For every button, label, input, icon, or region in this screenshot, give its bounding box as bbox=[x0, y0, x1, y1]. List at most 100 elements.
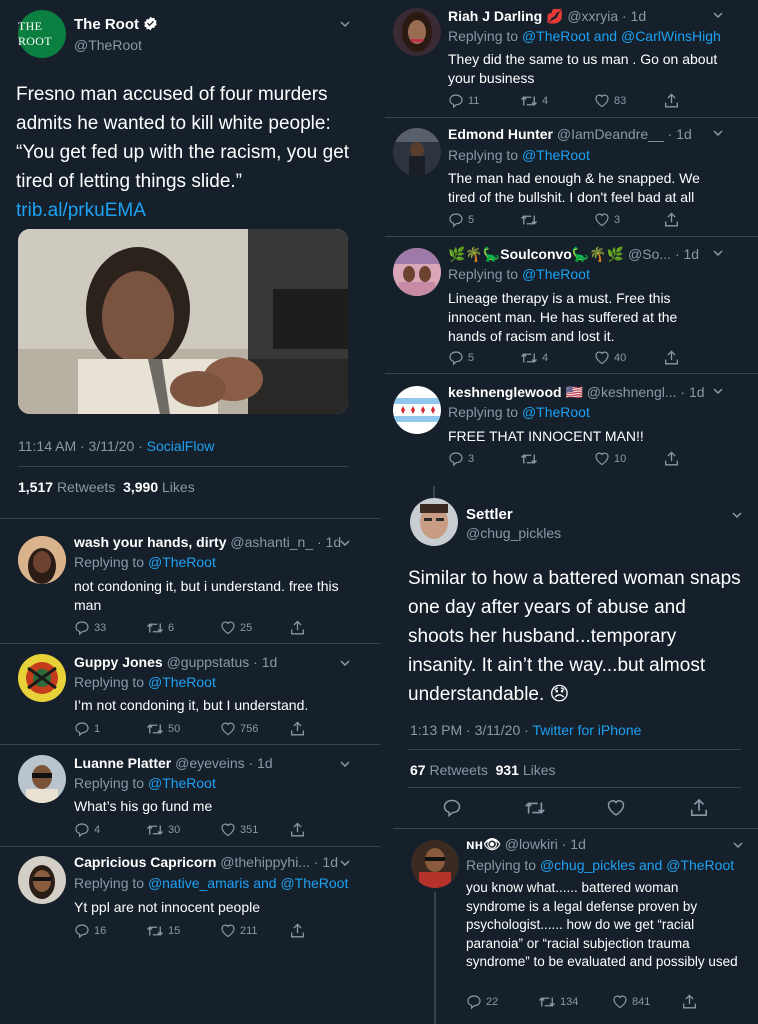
chevron-down-icon[interactable] bbox=[733, 842, 743, 848]
avatar[interactable] bbox=[393, 8, 441, 56]
author-handle[interactable]: @thehippyhi... · 1d bbox=[220, 854, 338, 870]
reply-button[interactable]: 16 bbox=[74, 923, 106, 939]
chevron-down-icon[interactable] bbox=[713, 388, 723, 394]
reply-button[interactable]: 33 bbox=[74, 620, 106, 636]
like-button[interactable]: 25 bbox=[220, 620, 252, 635]
author-handle[interactable]: @So... · 1d bbox=[628, 246, 699, 262]
avatar[interactable] bbox=[393, 248, 441, 296]
reply-button[interactable]: 5 bbox=[448, 350, 474, 366]
author-handle[interactable]: @TheRoot bbox=[74, 37, 142, 53]
retweet-button[interactable]: 134 bbox=[538, 994, 578, 1010]
likes-count[interactable]: 3,990 bbox=[123, 479, 158, 495]
retweet-button[interactable] bbox=[520, 451, 542, 467]
chevron-down-icon[interactable] bbox=[340, 761, 350, 767]
like-button[interactable]: 10 bbox=[594, 451, 626, 466]
mention-link[interactable]: @TheRoot and @CarlWinsHigh bbox=[522, 28, 721, 44]
retweets-label[interactable]: Retweets bbox=[429, 762, 487, 778]
retweet-button[interactable]: 4 bbox=[520, 93, 548, 109]
mention-link[interactable]: @TheRoot bbox=[522, 147, 590, 163]
article-link[interactable]: trib.al/prkuEMA bbox=[16, 200, 146, 221]
like-button[interactable]: 3 bbox=[594, 212, 620, 227]
retweets-label[interactable]: Retweets bbox=[57, 479, 115, 495]
retweet-button[interactable] bbox=[520, 212, 542, 228]
tweet-photo[interactable] bbox=[18, 229, 348, 414]
share-button[interactable] bbox=[664, 212, 679, 228]
share-button[interactable] bbox=[290, 721, 305, 737]
chevron-down-icon[interactable] bbox=[340, 660, 350, 666]
chevron-down-icon[interactable] bbox=[340, 21, 350, 27]
reply-button[interactable]: 5 bbox=[448, 212, 474, 228]
mention-link[interactable]: @TheRoot bbox=[148, 554, 216, 570]
retweet-button[interactable]: 4 bbox=[520, 350, 548, 366]
retweet-button[interactable] bbox=[524, 798, 546, 823]
avatar[interactable] bbox=[18, 536, 66, 584]
list-item[interactable]: Luanne Platter @eyeveins · 1d Replying t… bbox=[0, 749, 380, 844]
share-button[interactable] bbox=[290, 620, 305, 636]
author-handle[interactable]: @xxryia · 1d bbox=[567, 8, 646, 24]
author-name[interactable]: 🌿🌴🦕Soulconvo🦕🌴🌿 bbox=[448, 246, 624, 262]
avatar[interactable] bbox=[393, 386, 441, 434]
list-item[interactable]: Edmond Hunter @IamDeandre__ · 1d Replyin… bbox=[385, 120, 758, 234]
like-button[interactable]: 756 bbox=[220, 721, 258, 736]
list-item[interactable]: Guppy Jones @guppstatus · 1d Replying to… bbox=[0, 648, 380, 743]
author-handle[interactable]: @ashanti_n_ · 1d bbox=[230, 534, 341, 550]
share-button[interactable] bbox=[290, 822, 305, 838]
mention-link[interactable]: @TheRoot bbox=[522, 404, 590, 420]
retweet-button[interactable]: 15 bbox=[146, 923, 180, 939]
chevron-down-icon[interactable] bbox=[713, 130, 723, 136]
author-handle[interactable]: @lowkiri · 1d bbox=[505, 836, 586, 852]
like-button[interactable]: 211 bbox=[220, 923, 258, 938]
author-handle[interactable]: @guppstatus · 1d bbox=[167, 654, 278, 670]
avatar[interactable] bbox=[410, 498, 458, 546]
avatar[interactable] bbox=[411, 840, 459, 888]
mention-link[interactable]: @chug_pickles and @TheRoot bbox=[540, 857, 734, 873]
reply-button[interactable]: 3 bbox=[448, 451, 474, 467]
mention-link[interactable]: @TheRoot bbox=[148, 775, 216, 791]
avatar[interactable] bbox=[18, 755, 66, 803]
retweet-button[interactable]: 30 bbox=[146, 822, 180, 838]
chevron-down-icon[interactable] bbox=[713, 12, 723, 18]
retweets-count[interactable]: 67 bbox=[410, 762, 426, 778]
tweet-source-link[interactable]: Twitter for iPhone bbox=[532, 722, 641, 738]
share-button[interactable] bbox=[690, 798, 708, 823]
the-root-logo[interactable]: THE ROOT bbox=[18, 10, 66, 58]
author-handle[interactable]: @keshnengl... · 1d bbox=[587, 384, 705, 400]
chevron-down-icon[interactable] bbox=[713, 250, 723, 256]
like-button[interactable] bbox=[606, 798, 626, 822]
share-button[interactable] bbox=[682, 994, 697, 1010]
author-name[interactable]: ɴʜ👁 bbox=[466, 836, 501, 852]
likes-label[interactable]: Likes bbox=[523, 762, 556, 778]
like-button[interactable]: 40 bbox=[594, 350, 626, 365]
reply-button[interactable]: 22 bbox=[466, 994, 498, 1010]
like-button[interactable]: 83 bbox=[594, 93, 626, 108]
likes-count[interactable]: 931 bbox=[496, 762, 519, 778]
reply-button[interactable] bbox=[442, 798, 462, 823]
author-name[interactable]: The Root bbox=[74, 16, 158, 35]
avatar[interactable] bbox=[393, 128, 441, 176]
author-name[interactable]: Luanne Platter bbox=[74, 755, 171, 771]
share-button[interactable] bbox=[664, 350, 679, 366]
author-handle[interactable]: @IamDeandre__ · 1d bbox=[557, 126, 692, 142]
share-button[interactable] bbox=[664, 93, 679, 109]
reply-button[interactable]: 4 bbox=[74, 822, 100, 838]
author-name[interactable]: Guppy Jones bbox=[74, 654, 163, 670]
chevron-down-icon[interactable] bbox=[340, 540, 350, 546]
avatar[interactable] bbox=[18, 654, 66, 702]
chevron-down-icon[interactable] bbox=[732, 512, 742, 518]
retweets-count[interactable]: 1,517 bbox=[18, 479, 53, 495]
like-button[interactable]: 841 bbox=[612, 994, 650, 1009]
list-item[interactable]: ɴʜ👁 @lowkiri · 1d Replying to @chug_pick… bbox=[393, 830, 758, 1024]
author-handle[interactable]: @chug_pickles bbox=[466, 525, 561, 541]
mention-link[interactable]: @TheRoot bbox=[148, 674, 216, 690]
list-item[interactable]: 🌿🌴🦕Soulconvo🦕🌴🌿 @So... · 1d Replying to … bbox=[385, 240, 758, 370]
list-item[interactable]: keshnenglewood 🇺🇸 @keshnengl... · 1d Rep… bbox=[385, 378, 758, 473]
like-button[interactable]: 351 bbox=[220, 822, 258, 837]
list-item[interactable]: Riah J Darling 💋 @xxryia · 1d Replying t… bbox=[385, 0, 758, 116]
retweet-button[interactable]: 6 bbox=[146, 620, 174, 636]
chevron-down-icon[interactable] bbox=[340, 860, 350, 866]
author-handle[interactable]: @eyeveins · 1d bbox=[175, 755, 272, 771]
list-item[interactable]: wash your hands, dirty @ashanti_n_ · 1d … bbox=[0, 528, 380, 642]
author-name[interactable]: keshnenglewood 🇺🇸 bbox=[448, 384, 583, 400]
share-button[interactable] bbox=[290, 923, 305, 939]
author-name[interactable]: Settler bbox=[466, 506, 513, 523]
